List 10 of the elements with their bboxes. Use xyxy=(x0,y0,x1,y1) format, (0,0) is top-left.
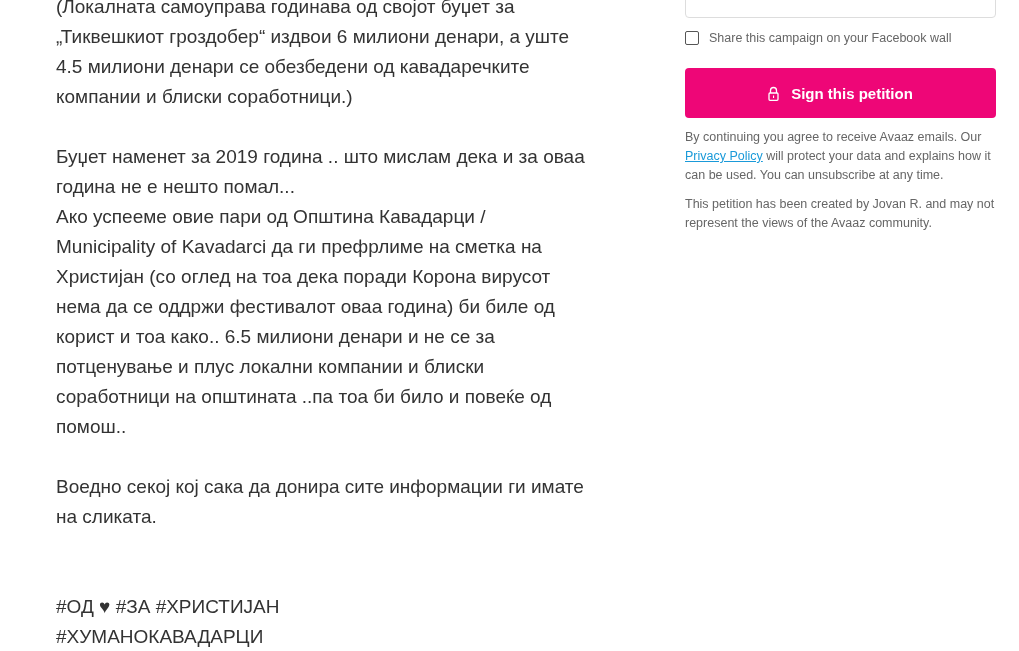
lock-icon xyxy=(768,85,780,101)
privacy-policy-link[interactable]: Privacy Policy xyxy=(685,149,763,163)
story-paragraph: Буџет наменет за 2019 година .. што мислам дека и за оваа година не е нешто помал... Ако успееме овие пари од Општина Кавадарци / Municipality of Kavadarci да ги префрлиме на сметка на Христијан (со оглед на тоа дека поради Корона вирусот нема да се оддржи фестивалот оваа година) би биле од корист и тоа како.. 6.5 милиони денари и не се за потценување и плус локални компании и блиски соработници на општината ..па тоа би било и повеќе од помош.. xyxy=(56,145,586,439)
disclaimer-text: This petition has been created by Jovan R. and may not represent the views of the Avaaz community. xyxy=(685,196,996,232)
share-label: Share this campaign on your Facebook wall xyxy=(709,31,952,45)
hashtags: #ОД ♥ #ЗА #ХРИСТИЈАН #ХУМАНОКАВАДАРЦИ xyxy=(56,595,281,649)
story-paragraph: Воедно секој кој сака да донира сите информации ги имате на сликата. xyxy=(56,475,585,529)
sign-petition-button[interactable]: Sign this petition xyxy=(685,68,996,118)
consent-text: By continuing you agree to receive Avaaz emails. Our Privacy Policy will protect your data and explains how it can be used. You can unsubscribe at any time. xyxy=(685,129,992,184)
share-checkbox[interactable] xyxy=(685,31,699,45)
